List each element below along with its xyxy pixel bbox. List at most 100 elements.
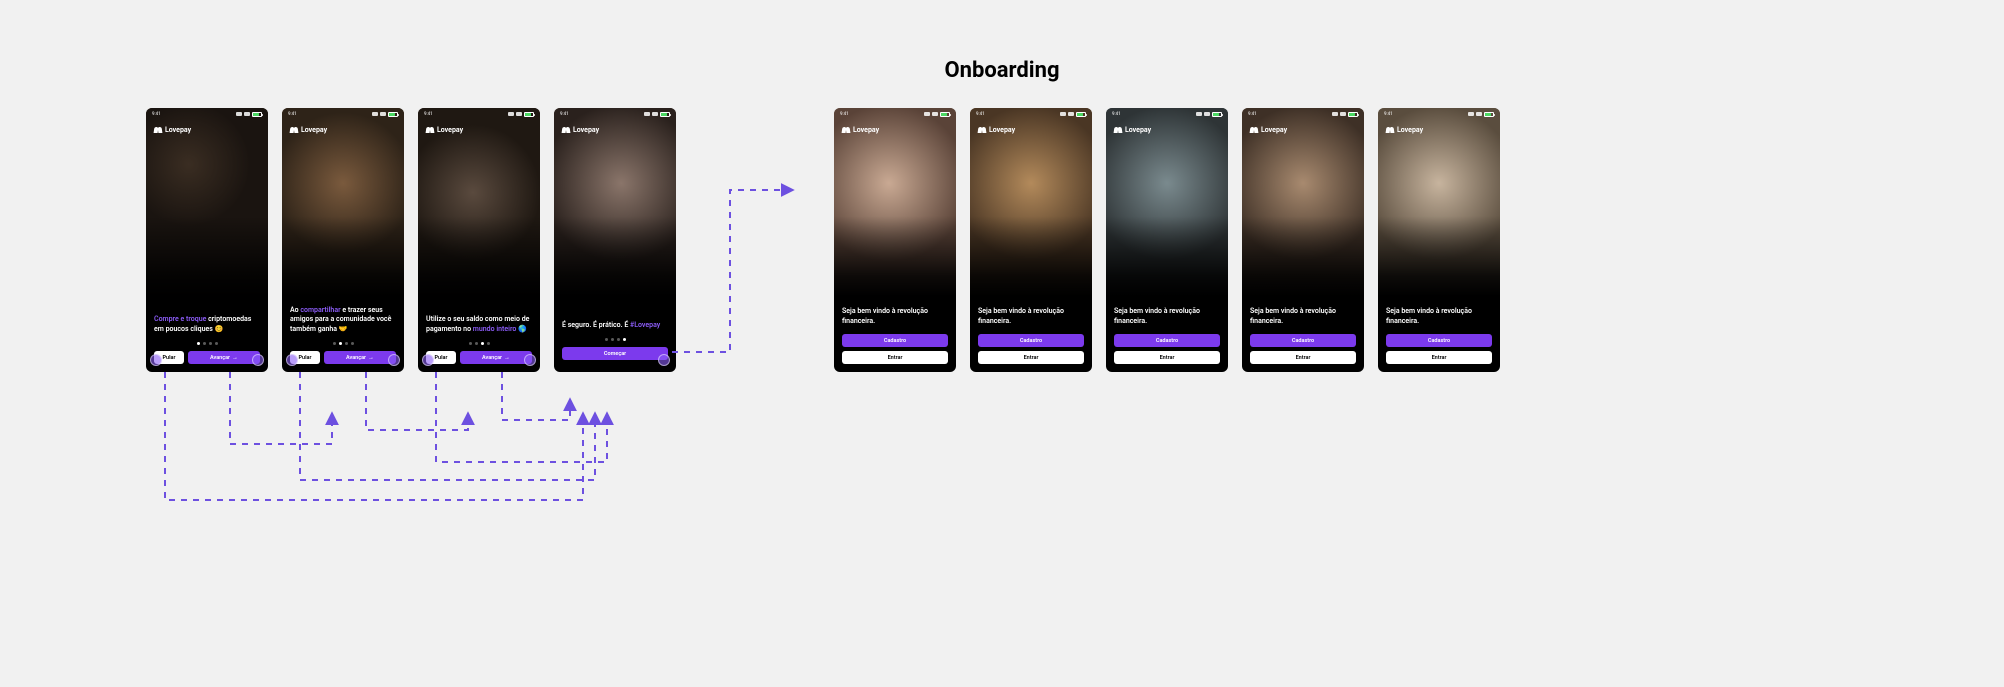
page-dot — [333, 342, 336, 345]
screen-content: Seja bem vindo à revolução financeira. Ca… — [1106, 307, 1228, 372]
status-bar: 9:41 — [970, 108, 1092, 120]
page-indicator — [154, 342, 260, 345]
status-time: 9:41 — [424, 112, 433, 117]
status-bar: 9:41 — [1242, 108, 1364, 120]
advance-button[interactable]: Avançar→ — [324, 351, 396, 364]
status-indicators — [508, 112, 534, 117]
hero-image — [146, 108, 268, 296]
brand-logo: Lovepay — [1114, 126, 1151, 134]
page-dot — [481, 342, 484, 345]
wifi-icon — [244, 112, 250, 116]
brand-logo: Lovepay — [1386, 126, 1423, 134]
page-dot — [623, 338, 626, 341]
button-row: PularAvançar→ — [290, 351, 396, 364]
page-dot — [469, 342, 472, 345]
login-button[interactable]: Entrar — [1114, 351, 1220, 364]
welcome-message: Seja bem vindo à revolução financeira. — [978, 307, 1084, 326]
page-dot — [339, 342, 342, 345]
page-dot — [487, 342, 490, 345]
status-time: 9:41 — [976, 112, 985, 117]
login-button[interactable]: Entrar — [1250, 351, 1356, 364]
brand-name: Lovepay — [989, 126, 1015, 134]
message-text: Ao — [290, 306, 300, 314]
wifi-icon — [652, 112, 658, 116]
brand-name: Lovepay — [1125, 126, 1151, 134]
advance-label: Avançar — [210, 355, 230, 361]
status-indicators — [924, 112, 950, 117]
logo-mark-icon — [1250, 127, 1258, 133]
signup-button[interactable]: Cadastro — [842, 334, 948, 347]
hero-image — [1106, 108, 1228, 296]
welcome-screen-1: 9:41LovepaySeja bem vindo à revolução fi… — [834, 108, 956, 372]
onboarding-message: Ao compartilhar e trazer seus amigos par… — [290, 306, 396, 334]
screen-content: Utilize o seu saldo como meio de pagamen… — [418, 315, 540, 372]
screen-content: É seguro. É prático. É #Lovepay Começar — [554, 321, 676, 372]
onboarding-screen-1: 9:41 Lovepay Compre e troque criptomoedas … — [146, 108, 268, 372]
wifi-icon — [1340, 112, 1346, 116]
begin-button[interactable]: Começar — [562, 347, 668, 360]
phone-row: 9:41 Lovepay Compre e troque criptomoedas … — [146, 108, 2004, 372]
message-accent-text: compartilhar — [300, 306, 340, 314]
welcome-message: Seja bem vindo à revolução financeira. — [1114, 307, 1220, 326]
tap-indicator-icon — [150, 354, 162, 366]
status-indicators — [372, 112, 398, 117]
login-button[interactable]: Entrar — [842, 351, 948, 364]
status-indicators — [1332, 112, 1358, 117]
brand-logo: Lovepay — [154, 126, 191, 134]
brand-logo: Lovepay — [1250, 126, 1287, 134]
screen-content: Compre e troque criptomoedas em poucos c… — [146, 315, 268, 372]
onboarding-screen-4: 9:41 Lovepay É seguro. É prático. É #Lovep… — [554, 108, 676, 372]
status-indicators — [1196, 112, 1222, 117]
login-button[interactable]: Entrar — [1386, 351, 1492, 364]
signal-icon — [1468, 112, 1474, 116]
wifi-icon — [380, 112, 386, 116]
logo-mark-icon — [426, 127, 434, 133]
status-time: 9:41 — [152, 112, 161, 117]
page-dot — [203, 342, 206, 345]
brand-logo: Lovepay — [562, 126, 599, 134]
screen-content: Seja bem vindo à revolução financeira.Ca… — [834, 307, 956, 372]
status-bar: 9:41 — [554, 108, 676, 120]
signal-icon — [644, 112, 650, 116]
logo-mark-icon — [290, 127, 298, 133]
button-row: PularAvançar→ — [426, 351, 532, 364]
welcome-screen-3: 9:41 Lovepay Seja bem vindo à revolução fi… — [1106, 108, 1228, 372]
arrow-right-icon: → — [368, 354, 374, 361]
welcome-screen-5: 9:41LovepaySeja bem vindo à revolução fi… — [1378, 108, 1500, 372]
tap-indicator-icon — [286, 354, 298, 366]
signal-icon — [1332, 112, 1338, 116]
status-bar: 9:41 — [1106, 108, 1228, 120]
wifi-icon — [1204, 112, 1210, 116]
signal-icon — [508, 112, 514, 116]
logo-mark-icon — [842, 127, 850, 133]
signal-icon — [372, 112, 378, 116]
hero-image — [554, 108, 676, 296]
battery-icon — [388, 112, 398, 117]
page-dot — [475, 342, 478, 345]
page-dot — [197, 342, 200, 345]
page-dot — [209, 342, 212, 345]
page-title: Onboarding — [0, 58, 2004, 83]
signup-button[interactable]: Cadastro — [1250, 334, 1356, 347]
status-time: 9:41 — [288, 112, 297, 117]
login-button[interactable]: Entrar — [978, 351, 1084, 364]
signup-button[interactable]: Cadastro — [1386, 334, 1492, 347]
signup-button[interactable]: Cadastro — [1114, 334, 1220, 347]
signal-icon — [924, 112, 930, 116]
brand-name: Lovepay — [301, 126, 327, 134]
signup-button[interactable]: Cadastro — [978, 334, 1084, 347]
brand-name: Lovepay — [165, 126, 191, 134]
onboarding-screen-3: 9:41LovepayUtilize o seu saldo como meio… — [418, 108, 540, 372]
advance-button[interactable]: Avançar→ — [188, 351, 260, 364]
onboarding-message: É seguro. É prático. É #Lovepay — [562, 321, 668, 330]
battery-icon — [1484, 112, 1494, 117]
page-indicator — [426, 342, 532, 345]
hero-image — [1378, 108, 1500, 296]
message-accent-text: mundo inteiro — [473, 325, 517, 333]
wifi-icon — [1068, 112, 1074, 116]
advance-button[interactable]: Avançar→ — [460, 351, 532, 364]
hero-image — [1242, 108, 1364, 296]
onboarding-message: Compre e troque criptomoedas em poucos c… — [154, 315, 260, 334]
welcome-screen-4: 9:41LovepaySeja bem vindo à revolução fi… — [1242, 108, 1364, 372]
message-text: É seguro. É prático. É — [562, 321, 630, 329]
